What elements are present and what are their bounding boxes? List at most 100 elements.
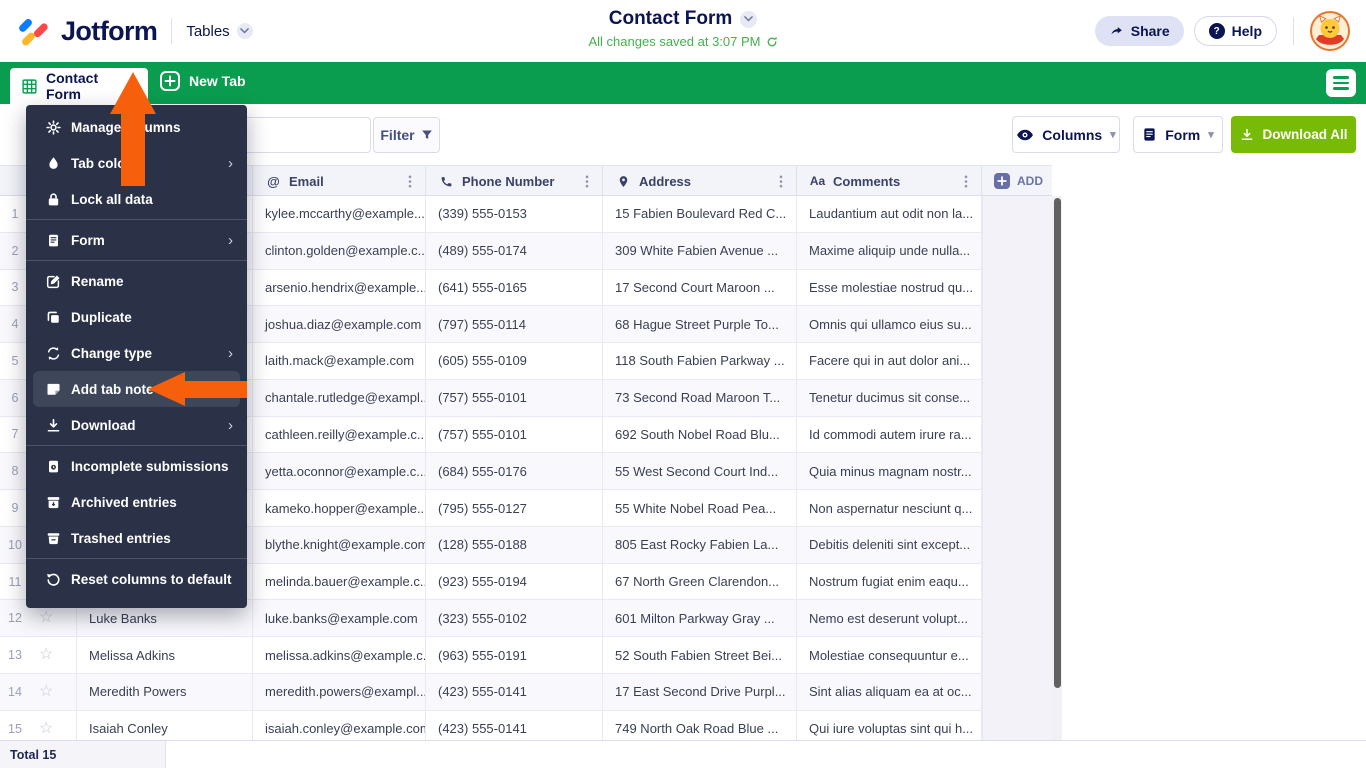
star-icon[interactable]: ☆: [39, 647, 53, 663]
cell-address[interactable]: 73 Second Road Maroon T...: [603, 379, 797, 416]
column-header-comments[interactable]: Aa Comments: [797, 166, 982, 196]
cell-phone[interactable]: (684) 555-0176: [426, 453, 603, 490]
cell-address[interactable]: 67 North Green Clarendon...: [603, 563, 797, 600]
cell-address[interactable]: 17 East Second Drive Purpl...: [603, 674, 797, 710]
star-icon[interactable]: ☆: [39, 610, 53, 626]
column-header-address[interactable]: Address: [603, 166, 797, 196]
cell-address[interactable]: 601 Milton Parkway Gray ...: [603, 600, 797, 637]
cell-comments[interactable]: Omnis qui ullamco eius su...: [797, 306, 982, 343]
menu-item-archived-entries[interactable]: Archived entries: [26, 484, 247, 520]
menu-item-change-type[interactable]: Change type ›: [26, 335, 247, 371]
vertical-scrollbar[interactable]: [1052, 196, 1062, 740]
cell-address[interactable]: 118 South Fabien Parkway ...: [603, 343, 797, 379]
cell-phone[interactable]: (641) 555-0165: [426, 269, 603, 306]
menu-item-lock-all-data[interactable]: Lock all data: [26, 181, 247, 217]
form-icon: [1142, 127, 1157, 142]
menu-item-label: Form: [71, 232, 105, 248]
cell-phone[interactable]: (795) 555-0127: [426, 490, 603, 526]
cell-comments[interactable]: Tenetur ducimus sit conse...: [797, 379, 982, 416]
column-menu-dots-icon[interactable]: [773, 175, 788, 188]
column-menu-dots-icon[interactable]: [402, 175, 417, 188]
share-button[interactable]: Share: [1094, 16, 1184, 46]
cell-comments[interactable]: Id commodi autem irure ra...: [797, 416, 982, 453]
star-icon[interactable]: ☆: [39, 683, 53, 700]
menu-item-trashed-entries[interactable]: Trashed entries: [26, 520, 247, 556]
menu-item-incomplete-submissions[interactable]: Incomplete submissions: [26, 448, 247, 484]
cell-name[interactable]: Meredith Powers: [76, 674, 253, 710]
row-number[interactable]: 14: [0, 674, 30, 710]
cell-phone[interactable]: (797) 555-0114: [426, 306, 603, 343]
menu-item-download[interactable]: Download ›: [26, 407, 247, 443]
cell-phone[interactable]: (923) 555-0194: [426, 563, 603, 600]
row-number[interactable]: 15: [0, 711, 30, 740]
cell-email[interactable]: melinda.bauer@example.c...: [253, 563, 426, 600]
cell-comments[interactable]: Debitis deleniti sint except...: [797, 526, 982, 563]
cell-email[interactable]: blythe.knight@example.com: [253, 526, 426, 563]
cell-address[interactable]: 52 South Fabien Street Bei...: [603, 637, 797, 673]
menu-item-form[interactable]: Form ›: [26, 222, 247, 258]
cell-comments[interactable]: Nostrum fugiat enim eaqu...: [797, 563, 982, 600]
cell-email[interactable]: kylee.mccarthy@example....: [253, 196, 426, 232]
cell-address[interactable]: 55 White Nobel Road Pea...: [603, 490, 797, 526]
cell-email[interactable]: clinton.golden@example.c...: [253, 232, 426, 269]
cell-comments[interactable]: Molestiae consequuntur e...: [797, 637, 982, 673]
help-button[interactable]: ? Help: [1193, 16, 1277, 46]
cell-address[interactable]: 749 North Oak Road Blue ...: [603, 710, 797, 740]
cell-phone[interactable]: (423) 555-0141: [426, 710, 603, 740]
cell-address[interactable]: 805 East Rocky Fabien La...: [603, 526, 797, 563]
cell-phone[interactable]: (128) 555-0188: [426, 526, 603, 563]
menu-item-label: Change type: [71, 345, 153, 361]
cell-comments[interactable]: Quia minus magnam nostr...: [797, 453, 982, 490]
download-all-button[interactable]: Download All: [1231, 116, 1356, 153]
cell-phone[interactable]: (339) 555-0153: [426, 196, 603, 232]
column-menu-dots-icon[interactable]: [579, 175, 594, 188]
cell-address[interactable]: 55 West Second Court Ind...: [603, 453, 797, 490]
cell-comments[interactable]: Sint alias aliquam ea at oc...: [797, 674, 982, 710]
cell-email[interactable]: kameko.hopper@example....: [253, 490, 426, 526]
menu-item-duplicate[interactable]: Duplicate: [26, 299, 247, 335]
add-column-button[interactable]: ADD: [982, 165, 1052, 196]
star-icon[interactable]: ☆: [39, 720, 53, 737]
cell-comments[interactable]: Facere qui in aut dolor ani...: [797, 343, 982, 379]
menu-item-reset-columns-to-default[interactable]: Reset columns to default: [26, 561, 247, 597]
cell-name[interactable]: Isaiah Conley: [76, 710, 253, 740]
cell-address[interactable]: 68 Hague Street Purple To...: [603, 306, 797, 343]
cell-email[interactable]: meredith.powers@exampl...: [253, 674, 426, 710]
cell-phone[interactable]: (757) 555-0101: [426, 379, 603, 416]
cell-comments[interactable]: Nemo est deserunt volupt...: [797, 600, 982, 637]
cell-email[interactable]: arsenio.hendrix@example....: [253, 269, 426, 306]
row-number[interactable]: 13: [0, 637, 30, 673]
cell-phone[interactable]: (423) 555-0141: [426, 674, 603, 710]
cell-comments[interactable]: Laudantium aut odit non la...: [797, 196, 982, 232]
cell-email[interactable]: chantale.rutledge@exampl...: [253, 379, 426, 416]
cell-email[interactable]: yetta.oconnor@example.c...: [253, 453, 426, 490]
cell-comments[interactable]: Esse molestiae nostrud qu...: [797, 269, 982, 306]
menu-item-rename[interactable]: Rename: [26, 263, 247, 299]
column-header-email[interactable]: @ Email: [253, 166, 426, 196]
column-menu-dots-icon[interactable]: [958, 175, 973, 188]
form-button[interactable]: Form ▾: [1133, 116, 1223, 153]
cell-phone[interactable]: (323) 555-0102: [426, 600, 603, 637]
cell-address[interactable]: 692 South Nobel Road Blu...: [603, 416, 797, 453]
avatar[interactable]: [1310, 11, 1350, 51]
cell-address[interactable]: 15 Fabien Boulevard Red C...: [603, 196, 797, 232]
cell-comments[interactable]: Non aspernatur nesciunt q...: [797, 490, 982, 526]
cell-phone[interactable]: (963) 555-0191: [426, 637, 603, 673]
cell-address[interactable]: 17 Second Court Maroon ...: [603, 269, 797, 306]
hamburger-menu-button[interactable]: [1326, 69, 1356, 97]
cell-comments[interactable]: Qui iure voluptas sint qui h...: [797, 710, 982, 740]
cell-address[interactable]: 309 White Fabien Avenue ...: [603, 232, 797, 269]
column-header-phone-number[interactable]: Phone Number: [426, 166, 603, 196]
cell-email[interactable]: isaiah.conley@example.com: [253, 710, 426, 740]
scrollbar-thumb[interactable]: [1053, 198, 1061, 688]
cell-phone[interactable]: (605) 555-0109: [426, 343, 603, 379]
cell-email[interactable]: cathleen.reilly@example.c...: [253, 416, 426, 453]
cell-email[interactable]: laith.mack@example.com: [253, 343, 426, 379]
cell-email[interactable]: melissa.adkins@example.c...: [253, 637, 426, 673]
cell-name[interactable]: Melissa Adkins: [76, 637, 253, 673]
cell-phone[interactable]: (757) 555-0101: [426, 416, 603, 453]
cell-comments[interactable]: Maxime aliquip unde nulla...: [797, 232, 982, 269]
cell-email[interactable]: joshua.diaz@example.com: [253, 306, 426, 343]
cell-email[interactable]: luke.banks@example.com: [253, 600, 426, 637]
cell-phone[interactable]: (489) 555-0174: [426, 232, 603, 269]
